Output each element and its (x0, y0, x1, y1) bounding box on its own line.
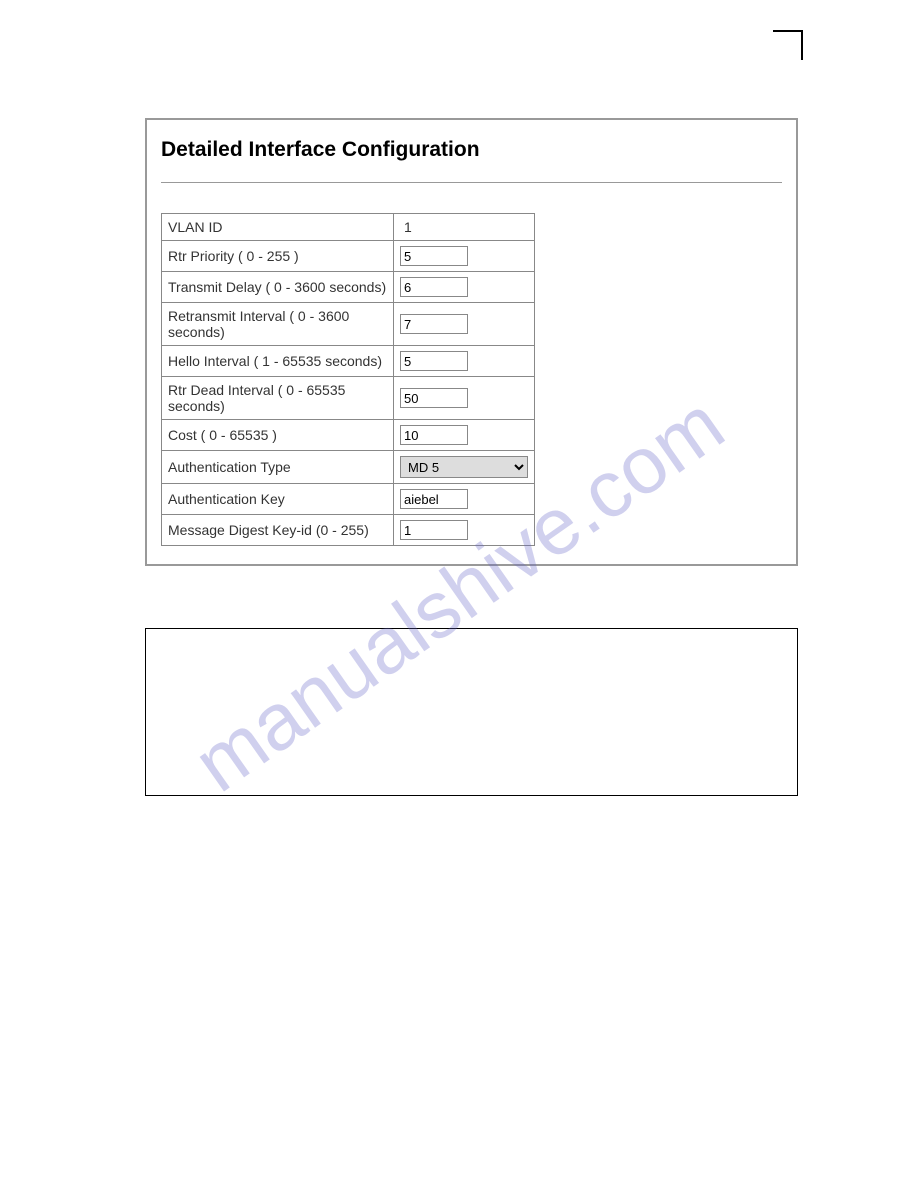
row-value-retransmit-interval (394, 303, 535, 346)
auth-type-select[interactable]: MD 5 (400, 456, 528, 478)
row-value-auth-key (394, 484, 535, 515)
vlan-id-value: 1 (400, 219, 412, 235)
row-value-cost (394, 420, 535, 451)
panel-divider (161, 182, 782, 183)
table-row: Authentication Key (162, 484, 535, 515)
table-row: VLAN ID 1 (162, 214, 535, 241)
row-label-transmit-delay: Transmit Delay ( 0 - 3600 seconds) (162, 272, 394, 303)
panel-title: Detailed Interface Configuration (161, 138, 782, 162)
row-label-rtr-priority: Rtr Priority ( 0 - 255 ) (162, 241, 394, 272)
row-value-auth-type: MD 5 (394, 451, 535, 484)
row-value-rtr-priority (394, 241, 535, 272)
cost-input[interactable] (400, 425, 468, 445)
rtr-priority-input[interactable] (400, 246, 468, 266)
crop-mark (773, 30, 803, 60)
empty-panel (145, 628, 798, 796)
message-digest-input[interactable] (400, 520, 468, 540)
row-label-cost: Cost ( 0 - 65535 ) (162, 420, 394, 451)
config-panel: Detailed Interface Configuration VLAN ID… (145, 118, 798, 566)
table-row: Rtr Dead Interval ( 0 - 65535 seconds) (162, 377, 535, 420)
row-label-rtr-dead-interval: Rtr Dead Interval ( 0 - 65535 seconds) (162, 377, 394, 420)
row-value-hello-interval (394, 346, 535, 377)
row-label-auth-key: Authentication Key (162, 484, 394, 515)
config-table: VLAN ID 1 Rtr Priority ( 0 - 255 ) Trans… (161, 213, 535, 546)
row-value-message-digest (394, 515, 535, 546)
table-row: Message Digest Key-id (0 - 255) (162, 515, 535, 546)
auth-key-input[interactable] (400, 489, 468, 509)
table-row: Rtr Priority ( 0 - 255 ) (162, 241, 535, 272)
row-label-retransmit-interval: Retransmit Interval ( 0 - 3600 seconds) (162, 303, 394, 346)
table-row: Cost ( 0 - 65535 ) (162, 420, 535, 451)
table-row: Transmit Delay ( 0 - 3600 seconds) (162, 272, 535, 303)
row-label-message-digest: Message Digest Key-id (0 - 255) (162, 515, 394, 546)
table-row: Retransmit Interval ( 0 - 3600 seconds) (162, 303, 535, 346)
rtr-dead-interval-input[interactable] (400, 388, 468, 408)
row-value-rtr-dead-interval (394, 377, 535, 420)
row-value-vlan-id: 1 (394, 214, 535, 241)
table-row: Hello Interval ( 1 - 65535 seconds) (162, 346, 535, 377)
row-label-vlan-id: VLAN ID (162, 214, 394, 241)
hello-interval-input[interactable] (400, 351, 468, 371)
retransmit-interval-input[interactable] (400, 314, 468, 334)
table-row: Authentication Type MD 5 (162, 451, 535, 484)
row-value-transmit-delay (394, 272, 535, 303)
transmit-delay-input[interactable] (400, 277, 468, 297)
row-label-auth-type: Authentication Type (162, 451, 394, 484)
row-label-hello-interval: Hello Interval ( 1 - 65535 seconds) (162, 346, 394, 377)
